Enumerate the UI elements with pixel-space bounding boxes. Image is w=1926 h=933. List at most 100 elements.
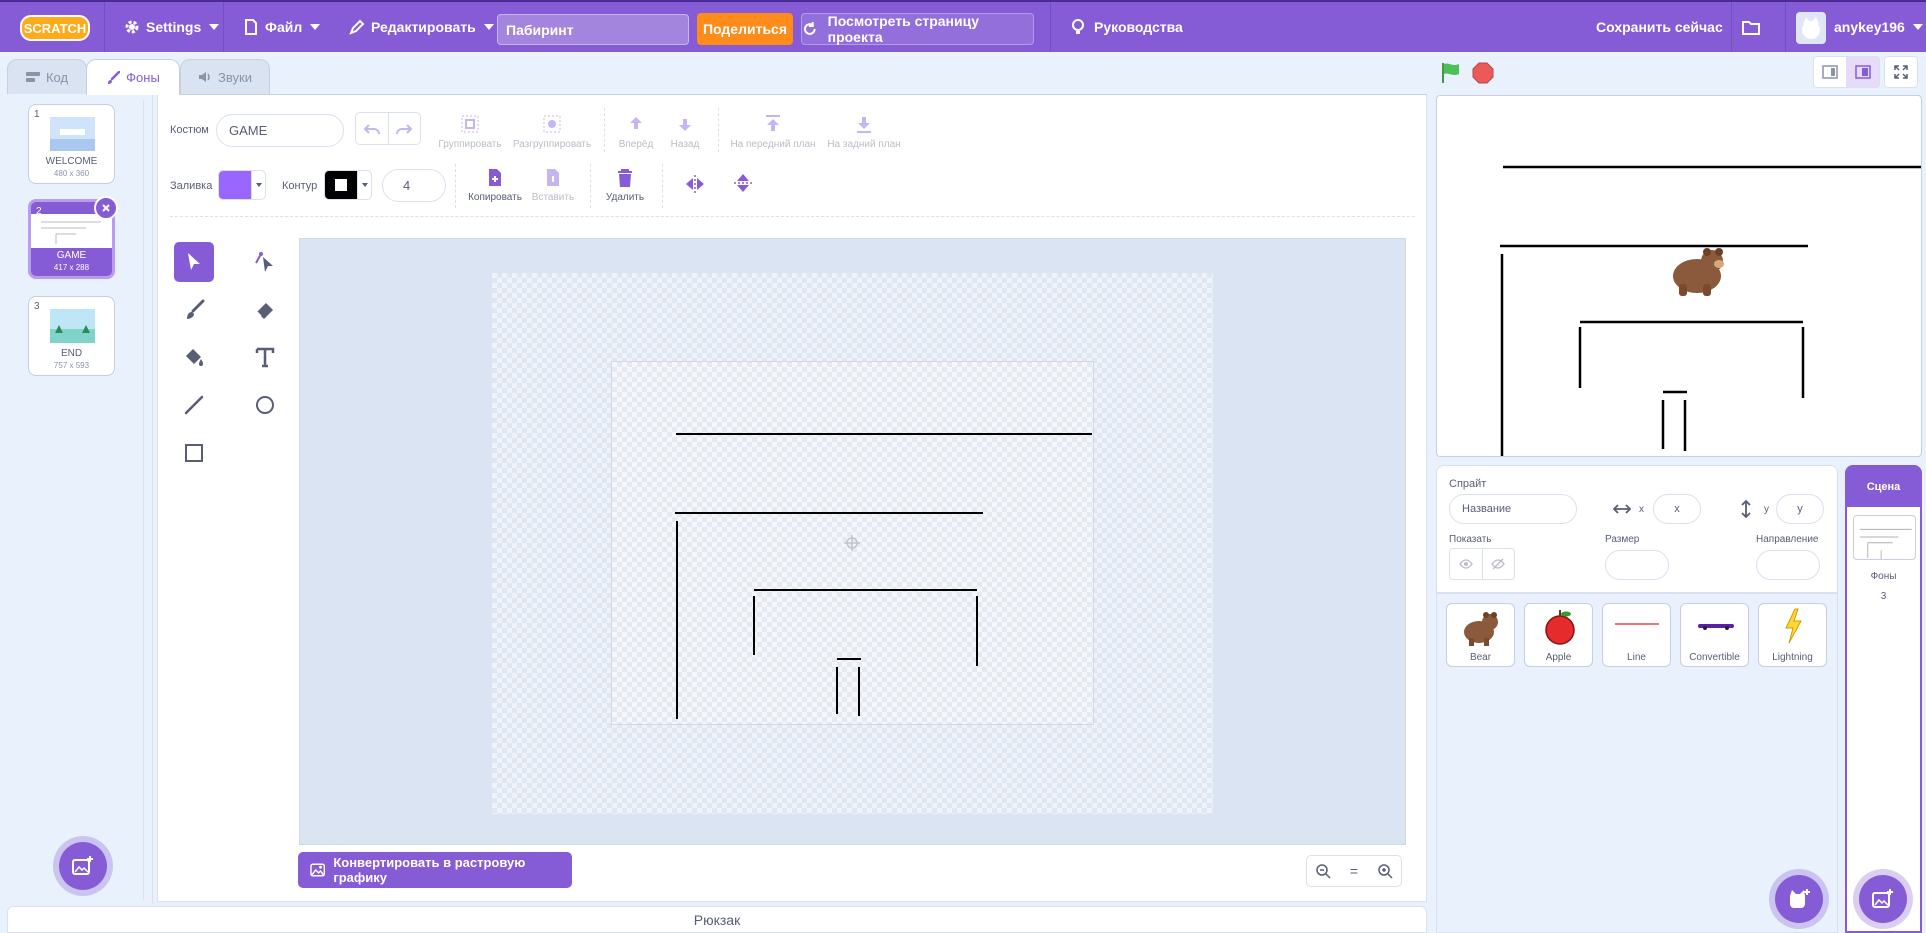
stage-render — [1500, 165, 1921, 456]
green-flag-button[interactable] — [1440, 62, 1462, 87]
bring-to-front-button[interactable]: На передний план — [728, 113, 818, 150]
see-project-page-button[interactable]: Посмотреть страницу проекта — [801, 13, 1034, 45]
send-to-back-button[interactable]: На задний план — [824, 113, 904, 150]
paste-button[interactable]: Вставить — [530, 168, 576, 203]
project-title-input[interactable]: Пабиринт — [497, 14, 689, 45]
convert-label: Конвертировать в растровую графику — [333, 855, 526, 885]
line-tool[interactable] — [174, 385, 214, 425]
tab-code-label: Код — [45, 69, 69, 85]
backdrop-item-end[interactable]: 3 END 757 x 593 — [28, 296, 115, 376]
edit-menu[interactable]: Редактировать — [349, 2, 494, 52]
tutorials-menu[interactable]: Руководства — [1070, 2, 1183, 52]
fullscreen-button[interactable] — [1884, 56, 1918, 88]
circle-tool[interactable] — [245, 385, 285, 425]
sprite-item-line[interactable]: Line — [1602, 603, 1671, 667]
add-backdrop-stage-button[interactable] — [1859, 875, 1907, 923]
undo-button[interactable] — [356, 113, 389, 144]
sprite-info-panel: Спрайт Название x x y y Показать Размер … — [1436, 465, 1838, 593]
outline-label: Контур — [282, 180, 318, 192]
direction-input[interactable] — [1756, 550, 1820, 580]
backdrop-name: END — [60, 348, 83, 359]
hide-button[interactable] — [1483, 549, 1515, 579]
crosshair-icon — [844, 535, 860, 551]
paste-icon — [547, 169, 559, 186]
menu-divider — [1731, 2, 1732, 52]
tab-code[interactable]: Код — [7, 59, 87, 94]
file-menu[interactable]: Файл — [243, 2, 321, 52]
settings-menu[interactable]: Settings — [124, 2, 220, 52]
show-button[interactable] — [1450, 549, 1483, 579]
delete-button[interactable]: Удалить — [602, 168, 648, 203]
add-sprite-button[interactable] — [1775, 875, 1823, 923]
save-now-button[interactable]: Сохранить сейчас — [1596, 2, 1723, 52]
share-button[interactable]: Поделиться — [697, 13, 793, 45]
arrow-down-icon — [679, 119, 691, 131]
brush-tool[interactable] — [174, 290, 214, 330]
copy-label: Копировать — [468, 192, 522, 203]
fill-tool[interactable] — [174, 337, 214, 377]
y-input[interactable]: y — [1776, 494, 1824, 524]
sprite-item-apple[interactable]: Apple — [1524, 603, 1593, 667]
eraser-tool[interactable] — [245, 290, 285, 330]
tab-backdrops[interactable]: Фоны — [86, 59, 180, 95]
account-menu[interactable]: anykey196 — [1834, 2, 1923, 52]
bear-thumbnail — [1464, 612, 1498, 646]
zoom-in-icon — [1378, 864, 1393, 879]
size-input[interactable] — [1605, 550, 1669, 580]
backdrop-item-welcome[interactable]: 1 WELCOME 480 x 360 — [28, 104, 115, 184]
group-button[interactable]: Группировать — [438, 113, 502, 150]
stop-button[interactable] — [1472, 62, 1494, 87]
eye-off-icon — [1491, 558, 1506, 570]
zoom-in-button[interactable] — [1370, 856, 1401, 886]
reshape-tool[interactable] — [245, 242, 285, 282]
avatar[interactable] — [1796, 12, 1826, 44]
sprite-name-input[interactable]: Название — [1449, 494, 1577, 524]
stage-selector[interactable]: Сцена Фоны 3 — [1845, 465, 1922, 933]
sprite-item-bear[interactable]: Bear — [1446, 603, 1515, 667]
outline-color-picker[interactable] — [324, 170, 372, 200]
redo-button[interactable] — [389, 113, 421, 144]
fill-label: Заливка — [170, 180, 213, 192]
scrollbar[interactable] — [143, 100, 148, 900]
rectangle-tool[interactable] — [174, 433, 214, 473]
normal-stage-button[interactable] — [1846, 56, 1880, 88]
delete-label: Удалить — [605, 192, 645, 203]
costume-name-label: Костюм — [170, 124, 209, 136]
outline-width-input[interactable]: 4 — [382, 169, 446, 202]
zoom-reset-button[interactable]: = — [1338, 856, 1369, 886]
forward-button[interactable]: Вперёд — [616, 113, 656, 150]
my-stuff-button[interactable] — [1742, 2, 1766, 52]
toolbar-divider — [170, 216, 1415, 217]
backdrop-thumbnail — [50, 309, 95, 343]
maze-drawing[interactable] — [611, 361, 1094, 725]
text-tool[interactable] — [245, 337, 285, 377]
scratch-logo[interactable]: SCRATCH — [20, 13, 90, 43]
small-stage-button[interactable] — [1813, 56, 1847, 88]
stage[interactable] — [1436, 95, 1922, 457]
flip-horizontal-button[interactable] — [683, 174, 707, 198]
reshape-icon — [255, 252, 273, 272]
size-label: Размер — [1605, 534, 1640, 545]
y-label: y — [1764, 504, 1769, 515]
costume-name-input[interactable]: GAME — [216, 114, 344, 147]
normal-stage-icon — [1855, 65, 1871, 79]
zoom-out-button[interactable] — [1307, 856, 1338, 886]
fill-color-picker[interactable] — [218, 170, 266, 200]
tab-sounds[interactable]: Звуки — [180, 59, 270, 94]
add-backdrop-button[interactable] — [59, 842, 107, 890]
x-input[interactable]: x — [1653, 494, 1701, 524]
backpack-bar[interactable]: Рюкзак — [7, 906, 1427, 933]
backward-button[interactable]: Назад — [665, 113, 705, 150]
chevron-down-icon — [209, 24, 220, 30]
copy-button[interactable]: Копировать — [466, 168, 524, 203]
select-tool[interactable] — [174, 242, 214, 282]
flip-vertical-button[interactable] — [731, 172, 755, 198]
ungroup-button[interactable]: Разгруппировать — [510, 113, 594, 150]
line-thumbnail — [1615, 623, 1659, 625]
convert-to-bitmap-button[interactable]: Конвертировать в растровую графику — [298, 852, 572, 888]
delete-backdrop-button[interactable] — [94, 196, 118, 220]
show-label: Показать — [1449, 534, 1492, 545]
sprite-item-lightning[interactable]: Lightning — [1758, 603, 1827, 667]
settings-label: Settings — [146, 19, 202, 35]
sprite-item-convertible[interactable]: Convertible — [1680, 603, 1749, 667]
